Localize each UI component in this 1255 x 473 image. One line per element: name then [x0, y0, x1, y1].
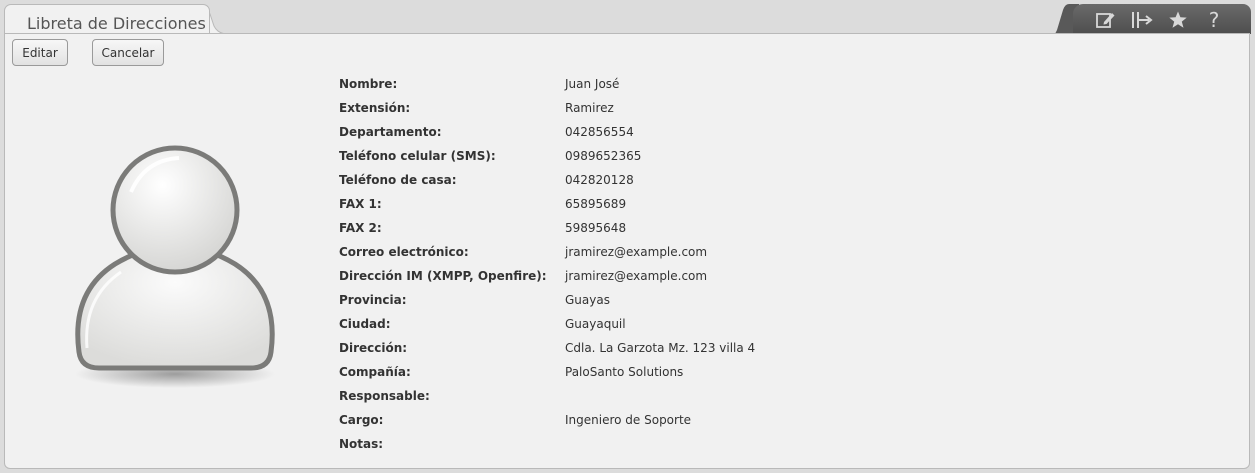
tab-title: Libreta de Direcciones — [27, 14, 206, 33]
field-label-company: Compañía: — [339, 365, 411, 379]
field-label-im-address: Dirección IM (XMPP, Openfire): — [339, 269, 547, 283]
field-value-department: 042856554 — [565, 125, 634, 139]
field-label-responsible: Responsable: — [339, 389, 430, 403]
field-value-position: Ingeniero de Soporte — [565, 413, 692, 427]
toolbox: ? — [1073, 4, 1251, 34]
field-value-extension: Ramirez — [565, 101, 614, 115]
field-value-address: Cdla. La Garzota Mz. 123 villa 4 — [565, 341, 756, 355]
field-value-city: Guayaquil — [565, 317, 626, 331]
contact-detail-panel: Editar Cancelar Nombre: Juan José Extens… — [4, 33, 1250, 469]
field-value-cell-phone: 0989652365 — [565, 149, 642, 163]
field-value-province: Guayas — [565, 293, 610, 307]
field-value-name: Juan José — [565, 77, 620, 91]
field-label-city: Ciudad: — [339, 317, 391, 331]
field-value-im-address: jramirez@example.com — [565, 269, 708, 283]
field-label-fax2: FAX 2: — [339, 221, 382, 235]
field-label-cell-phone: Teléfono celular (SMS): — [339, 149, 496, 163]
field-label-extension: Extensión: — [339, 101, 411, 115]
field-value-fax2: 59895648 — [565, 221, 627, 235]
field-value-company: PaloSanto Solutions — [565, 365, 684, 379]
avatar — [75, 145, 275, 388]
field-label-address: Dirección: — [339, 341, 408, 355]
field-value-home-phone: 042820128 — [565, 173, 634, 187]
field-value-fax1: 65895689 — [565, 197, 627, 211]
tab-address-book[interactable]: Libreta de Direcciones — [4, 4, 210, 34]
edit-icon[interactable] — [1095, 10, 1117, 30]
field-label-department: Departamento: — [339, 125, 442, 139]
field-label-province: Provincia: — [339, 293, 407, 307]
field-label-position: Cargo: — [339, 413, 384, 427]
cancel-button[interactable]: Cancelar — [92, 39, 164, 66]
star-icon[interactable] — [1167, 10, 1189, 30]
app-window: Libreta de Direcciones ? Editar Cancelar… — [0, 0, 1255, 473]
field-label-email: Correo electrónico: — [339, 245, 469, 259]
field-label-name: Nombre: — [339, 77, 398, 91]
edit-button[interactable]: Editar — [12, 39, 68, 66]
field-label-fax1: FAX 1: — [339, 197, 382, 211]
tab-bar: Libreta de Direcciones ? — [0, 0, 1255, 34]
field-label-notes: Notas: — [339, 437, 384, 451]
field-label-home-phone: Teléfono de casa: — [339, 173, 457, 187]
help-icon[interactable]: ? — [1203, 8, 1225, 32]
field-value-email: jramirez@example.com — [565, 245, 708, 259]
export-icon[interactable] — [1131, 10, 1153, 30]
